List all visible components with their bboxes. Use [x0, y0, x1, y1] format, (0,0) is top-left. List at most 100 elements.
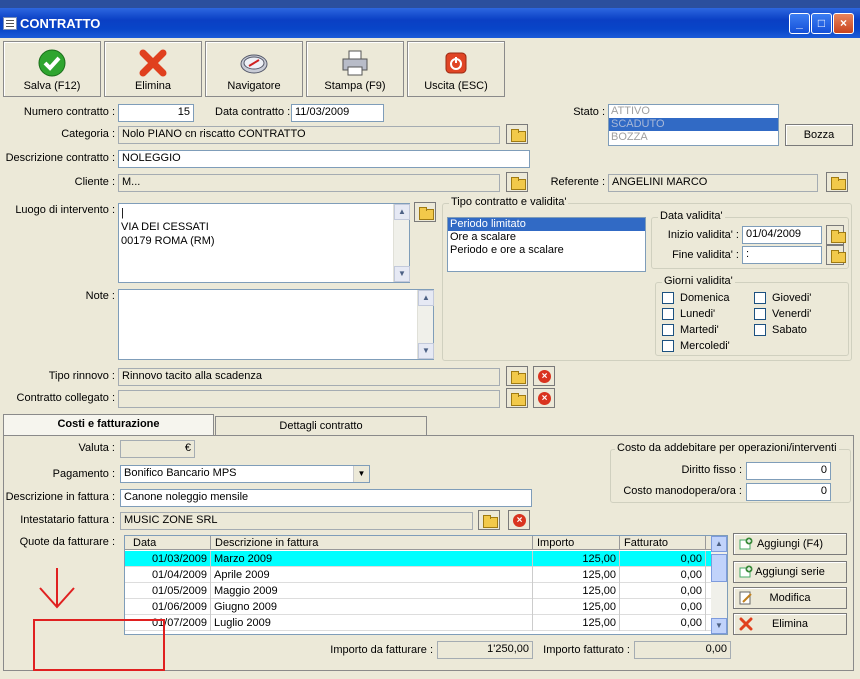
costo-manodopera-label: Costo manodopera/ora : [623, 485, 742, 497]
table-row[interactable]: 01/04/2009 Aprile 2009 125,00 0,00 [125, 567, 713, 583]
close-button[interactable]: × [833, 13, 854, 34]
note-label: Note : [85, 290, 115, 302]
collegato-folder-icon[interactable] [506, 388, 528, 408]
stato-option[interactable]: BOZZA [609, 131, 778, 144]
luogo-folder-icon[interactable] [414, 202, 436, 222]
rinnovo-clear-button[interactable]: × [533, 366, 555, 386]
minimize-button[interactable]: _ [789, 13, 810, 34]
scroll-down-icon[interactable]: ▼ [394, 266, 410, 282]
aggiungi-serie-button[interactable]: Aggiungi serie [733, 561, 847, 583]
scroll-down-icon[interactable]: ▼ [711, 618, 727, 634]
pagamento-value: Bonifico Bancario MPS [124, 467, 237, 479]
tipo-option[interactable]: Ore a scalare [448, 231, 645, 244]
col-descrizione[interactable]: Descrizione in fattura [211, 536, 533, 550]
scroll-up-icon[interactable]: ▲ [418, 290, 434, 306]
fine-validita-folder-icon[interactable] [826, 245, 846, 265]
col-fatturato[interactable]: Fatturato [620, 536, 706, 550]
tab-dettagli[interactable]: Dettagli contratto [215, 416, 427, 436]
cliente-folder-icon[interactable] [506, 172, 528, 192]
data-contratto-field[interactable]: 11/03/2009 [291, 104, 384, 122]
rinnovo-folder-icon[interactable] [506, 366, 528, 386]
stato-option[interactable]: ATTIVO [609, 105, 778, 118]
descrizione-fattura-field[interactable]: Canone noleggio mensile [120, 489, 532, 507]
referente-field[interactable]: ANGELINI MARCO [608, 174, 818, 192]
navigator-button[interactable]: Navigatore [205, 41, 303, 97]
exit-button[interactable]: Uscita (ESC) [407, 41, 505, 97]
referente-folder-icon[interactable] [826, 172, 848, 192]
table-row[interactable]: 01/06/2009 Giugno 2009 125,00 0,00 [125, 599, 713, 615]
intestatario-clear-button[interactable]: × [508, 510, 530, 530]
calendar-icon[interactable] [826, 225, 846, 245]
maximize-button[interactable]: □ [811, 13, 832, 34]
intestatario-folder-icon[interactable] [478, 510, 500, 530]
scroll-down-icon[interactable]: ▼ [418, 343, 434, 359]
inizio-validita-field[interactable]: 01/04/2009 [742, 226, 822, 244]
col-data[interactable]: Data [129, 536, 211, 550]
diritto-fisso-field[interactable]: 0 [746, 462, 831, 480]
tipo-option[interactable]: Periodo e ore a scalare [448, 244, 645, 257]
costo-manodopera-field[interactable]: 0 [746, 483, 831, 501]
fine-validita-field[interactable]: : [742, 246, 822, 264]
venerdi-checkbox[interactable]: Venerdi' [754, 308, 811, 321]
intestatario-field[interactable]: MUSIC ZONE SRL [120, 512, 473, 530]
giovedi-checkbox[interactable]: Giovedi' [754, 292, 811, 305]
descrizione-contratto-label: Descrizione contratto : [5, 152, 115, 164]
stato-option-selected[interactable]: SCADUTO [609, 118, 778, 131]
numero-contratto-field[interactable]: 15 [118, 104, 194, 122]
window-app-icon [3, 17, 17, 30]
cliente-field[interactable]: M... [118, 174, 500, 192]
contratto-collegato-field[interactable] [118, 390, 500, 408]
cell-fatturato: 0,00 [620, 615, 706, 631]
sabato-checkbox[interactable]: Sabato [754, 324, 807, 337]
cell-data: 01/06/2009 [129, 599, 211, 615]
power-icon [445, 52, 467, 74]
martedi-checkbox[interactable]: Martedi' [662, 324, 719, 337]
scroll-thumb[interactable] [711, 554, 727, 582]
note-memo[interactable]: ▲ ▼ [118, 289, 434, 360]
tab-costi[interactable]: Costi e fatturazione [3, 414, 214, 436]
tipo-contratto-listbox[interactable]: Periodo limitato Ore a scalare Periodo e… [447, 217, 646, 272]
quote-grid[interactable]: Data Descrizione in fattura Importo Fatt… [124, 535, 728, 635]
luogo-scrollbar[interactable]: ▲ ▼ [393, 204, 410, 282]
bozza-button[interactable]: Bozza [785, 124, 853, 146]
diritto-fisso-label: Diritto fisso : [681, 464, 742, 476]
descrizione-contratto-field[interactable]: NOLEGGIO [118, 150, 530, 168]
categoria-field[interactable]: Nolo PIANO cn riscatto CONTRATTO [118, 126, 500, 144]
mercoledi-checkbox[interactable]: Mercoledi' [662, 340, 730, 353]
lunedi-checkbox[interactable]: Lunedi' [662, 308, 715, 321]
delete-button[interactable]: Elimina [104, 41, 202, 97]
valuta-field[interactable]: € [120, 440, 195, 458]
collegato-clear-button[interactable]: × [533, 388, 555, 408]
elimina-row-button[interactable]: Elimina [733, 613, 847, 635]
aggiungi-label: Aggiungi (F4) [756, 538, 824, 550]
categoria-folder-icon[interactable] [506, 124, 528, 144]
scroll-up-icon[interactable]: ▲ [711, 536, 727, 552]
pagamento-select[interactable]: Bonifico Bancario MPS ▼ [120, 465, 370, 483]
delete-label: Elimina [134, 80, 172, 92]
annotation-arrowhead [39, 587, 75, 609]
scroll-up-icon[interactable]: ▲ [394, 204, 410, 220]
modifica-button[interactable]: Modifica [733, 587, 847, 609]
print-button[interactable]: Stampa (F9) [306, 41, 404, 97]
print-label: Stampa (F9) [324, 80, 386, 92]
chevron-down-icon[interactable]: ▼ [353, 466, 369, 482]
exit-label: Uscita (ESC) [424, 80, 488, 92]
table-row[interactable]: 01/07/2009 Luglio 2009 125,00 0,00 [125, 615, 713, 631]
tipo-rinnovo-label: Tipo rinnovo : [48, 370, 115, 382]
tipo-rinnovo-field[interactable]: Rinnovo tacito alla scadenza [118, 368, 500, 386]
elimina-row-label: Elimina [771, 618, 809, 630]
luogo-line: 00179 ROMA (RM) [121, 235, 215, 247]
stato-listbox[interactable]: ATTIVO SCADUTO BOZZA [608, 104, 779, 146]
col-importo[interactable]: Importo [533, 536, 620, 550]
save-button[interactable]: Salva (F12) [3, 41, 101, 97]
domenica-checkbox[interactable]: Domenica [662, 292, 730, 305]
luogo-memo[interactable]: | VIA DEI CESSATI 00179 ROMA (RM) ▲ ▼ [118, 203, 410, 283]
tipo-option-selected[interactable]: Periodo limitato [448, 218, 645, 231]
note-scrollbar[interactable]: ▲ ▼ [417, 290, 434, 359]
table-row[interactable]: 01/05/2009 Maggio 2009 125,00 0,00 [125, 583, 713, 599]
aggiungi-button[interactable]: Aggiungi (F4) [733, 533, 847, 555]
compass-icon [240, 54, 268, 74]
cell-descrizione: Aprile 2009 [211, 567, 533, 583]
grid-scrollbar[interactable]: ▲ ▼ [711, 536, 727, 634]
table-row[interactable]: 01/03/2009 Marzo 2009 125,00 0,00 [125, 551, 713, 567]
